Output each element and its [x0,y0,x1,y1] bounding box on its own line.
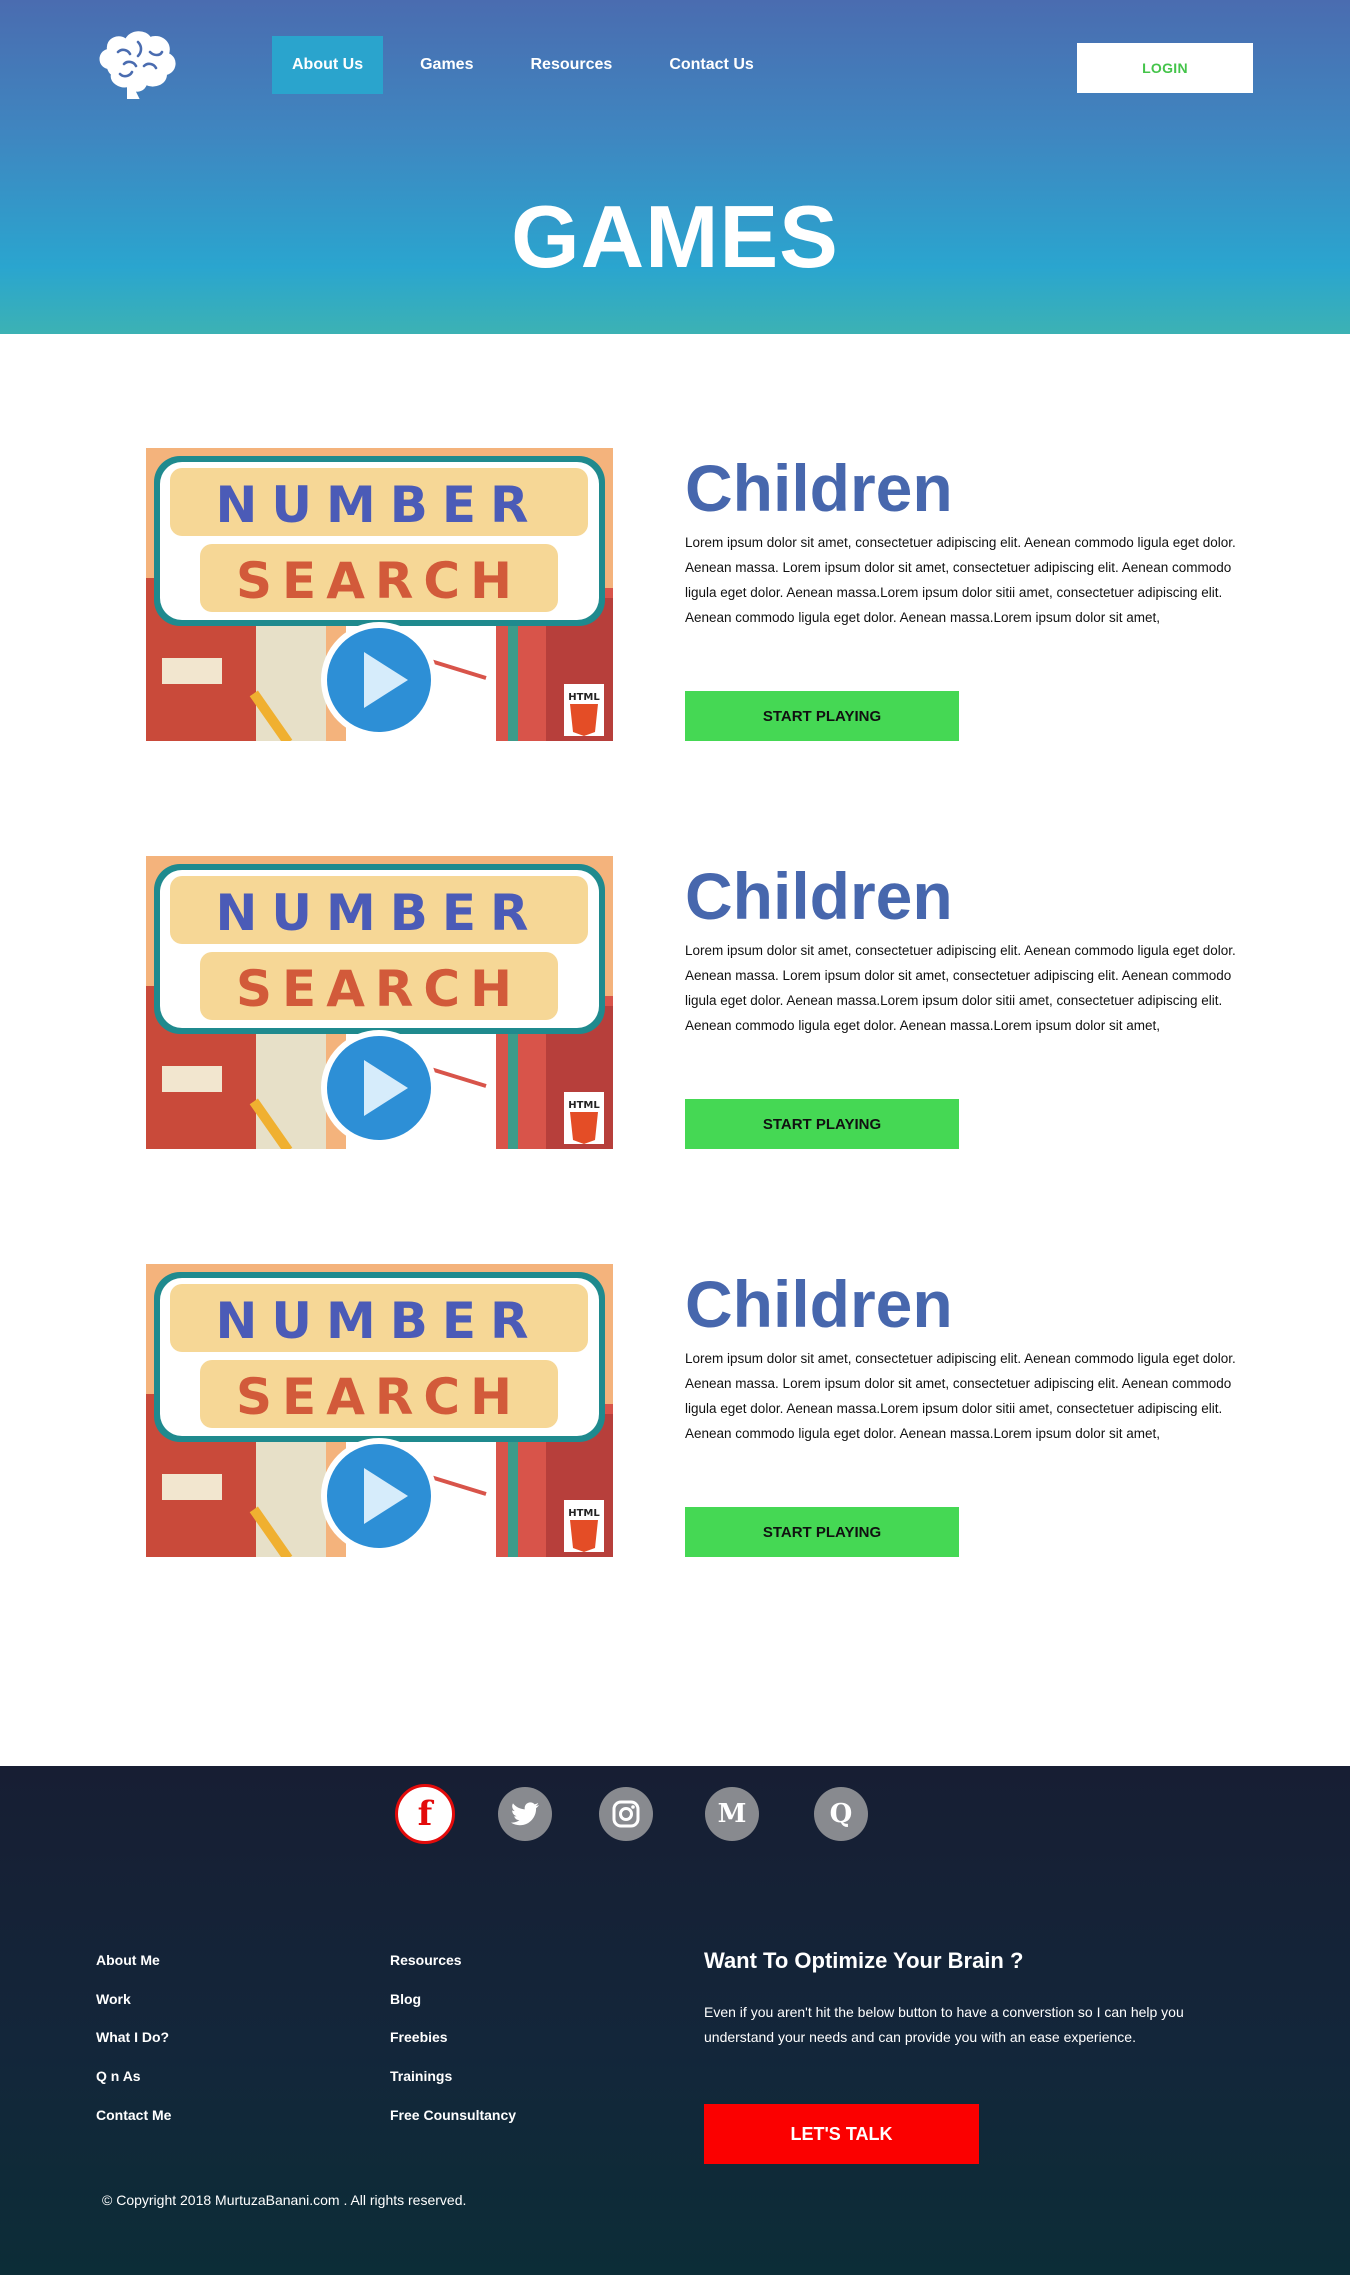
footer-link-what-i-do[interactable]: What I Do? [96,2027,171,2066]
game-title: Children [685,1267,953,1341]
thumb-text-line2: SEARCH [236,552,522,610]
footer-links-col1: About Me Work What I Do? Q n As Contact … [96,1950,171,2143]
game-title: Children [685,451,953,525]
html5-badge: HTML [568,692,600,703]
twitter-icon[interactable] [498,1787,552,1841]
thumb-text-line1: NUMBER [216,476,543,534]
main-nav: About Us Games Resources Contact Us [272,36,791,94]
game-description: Lorem ipsum dolor sit amet, consectetuer… [685,1351,1236,1441]
facebook-glyph: f [417,1794,433,1834]
footer-link-trainings[interactable]: Trainings [390,2066,516,2105]
game-card: NUMBER SEARCH HTML Children Lorem ipsum … [146,856,1256,1156]
medium-glyph: M [717,1799,747,1829]
game-thumbnail[interactable]: NUMBER SEARCH HTML [146,448,613,741]
thumb-text-line1: NUMBER [216,1292,543,1350]
game-title: Children [685,859,953,933]
footer-link-resources[interactable]: Resources [390,1950,516,1989]
nav-resources[interactable]: Resources [510,36,632,94]
login-button[interactable]: LOGIN [1077,43,1253,93]
html5-shield-icon [570,1112,598,1144]
copyright-text: © Copyright 2018 MurtuzaBanani.com . All… [102,2192,467,2208]
quora-icon[interactable]: Q [814,1787,868,1841]
thumb-text-line2: SEARCH [236,1368,522,1426]
footer-link-contact-me[interactable]: Contact Me [96,2105,171,2144]
html5-shield-icon [570,704,598,736]
game-thumbnail[interactable]: NUMBER SEARCH HTML [146,1264,613,1557]
nav-contact-us[interactable]: Contact Us [649,36,773,94]
html5-shield-icon [570,1520,598,1552]
game-card: NUMBER SEARCH HTML Children Lorem ipsum … [146,448,1256,748]
site-footer: f M Q About Me Work What I Do? Q n As Co… [0,1766,1350,2275]
instagram-icon[interactable] [599,1787,653,1841]
game-description: Lorem ipsum dolor sit amet, consectetuer… [685,943,1236,1033]
facebook-icon[interactable]: f [395,1784,455,1844]
medium-icon[interactable]: M [705,1787,759,1841]
thumb-text-line1: NUMBER [216,884,543,942]
cta-title: Want To Optimize Your Brain ? [704,1948,1024,1973]
quora-glyph: Q [829,1799,853,1829]
nav-games[interactable]: Games [400,36,493,94]
html5-badge: HTML [568,1508,600,1519]
footer-link-about-me[interactable]: About Me [96,1950,171,1989]
footer-link-work[interactable]: Work [96,1989,171,2028]
game-description: Lorem ipsum dolor sit amet, consectetuer… [685,535,1236,625]
start-playing-button[interactable]: START PLAYING [685,1099,959,1149]
thumb-text-line2: SEARCH [236,960,522,1018]
lets-talk-button[interactable]: LET'S TALK [704,2104,979,2164]
footer-links-col2: Resources Blog Freebies Trainings Free C… [390,1950,516,2143]
footer-link-blog[interactable]: Blog [390,1989,516,2028]
game-thumbnail[interactable]: NUMBER SEARCH HTML [146,856,613,1149]
footer-link-freebies[interactable]: Freebies [390,2027,516,2066]
start-playing-button[interactable]: START PLAYING [685,691,959,741]
start-playing-button[interactable]: START PLAYING [685,1507,959,1557]
footer-link-free-consultancy[interactable]: Free Counsultancy [390,2105,516,2144]
brain-logo-icon[interactable] [94,28,178,100]
html5-badge: HTML [568,1100,600,1111]
game-card: NUMBER SEARCH HTML Children Lorem ipsum … [146,1264,1256,1564]
page-title: GAMES [511,187,839,286]
cta-text: Even if you aren't hit the below button … [704,2004,1184,2045]
nav-about-us[interactable]: About Us [272,36,384,94]
footer-link-qnas[interactable]: Q n As [96,2066,171,2105]
hero-header: About Us Games Resources Contact Us LOGI… [0,0,1350,334]
